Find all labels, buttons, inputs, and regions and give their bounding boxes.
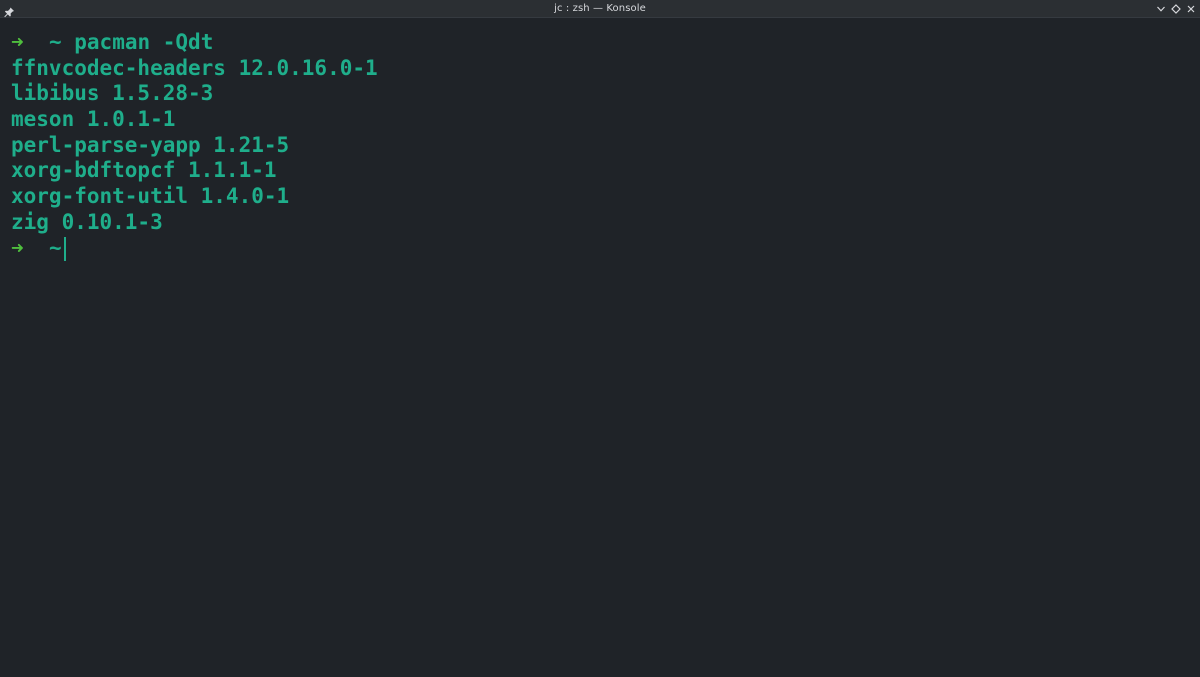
output-line: libibus 1.5.28-3 — [11, 81, 214, 106]
window-titlebar[interactable]: jc : zsh — Konsole — [0, 0, 1200, 18]
output-line: ffnvcodec-headers 12.0.16.0-1 — [11, 55, 378, 80]
output-line: xorg-bdftopcf 1.1.1-1 — [11, 158, 277, 183]
prompt-arrow-icon: ➜ — [11, 235, 24, 260]
diamond-icon — [1171, 4, 1181, 14]
output-line: xorg-font-util 1.4.0-1 — [11, 184, 290, 209]
output-line: meson 1.0.1-1 — [11, 107, 176, 132]
window-title: jc : zsh — Konsole — [554, 3, 646, 14]
minimize-button[interactable] — [1154, 2, 1168, 16]
output-line: perl-parse-yapp 1.21-5 — [11, 132, 290, 157]
close-icon — [1187, 5, 1195, 13]
text-cursor — [63, 236, 66, 261]
chevron-down-icon — [1157, 6, 1165, 12]
prompt-directory: ~ — [48, 30, 62, 54]
command-line: ➜ ~ pacman -Qdt — [11, 30, 1200, 56]
maximize-button[interactable] — [1169, 2, 1183, 16]
terminal-area[interactable]: ➜ ~ pacman -Qdt ffnvcodec-headers 12.0.1… — [0, 18, 1200, 677]
prompt-directory: ~ — [48, 235, 62, 260]
output-line: zig 0.10.1-3 — [11, 209, 163, 234]
prompt-arrow-icon: ➜ — [11, 30, 24, 54]
close-button[interactable] — [1184, 2, 1198, 16]
command-text: pacman -Qdt — [74, 30, 214, 54]
active-prompt-line[interactable]: ➜ ~ — [11, 236, 1200, 262]
